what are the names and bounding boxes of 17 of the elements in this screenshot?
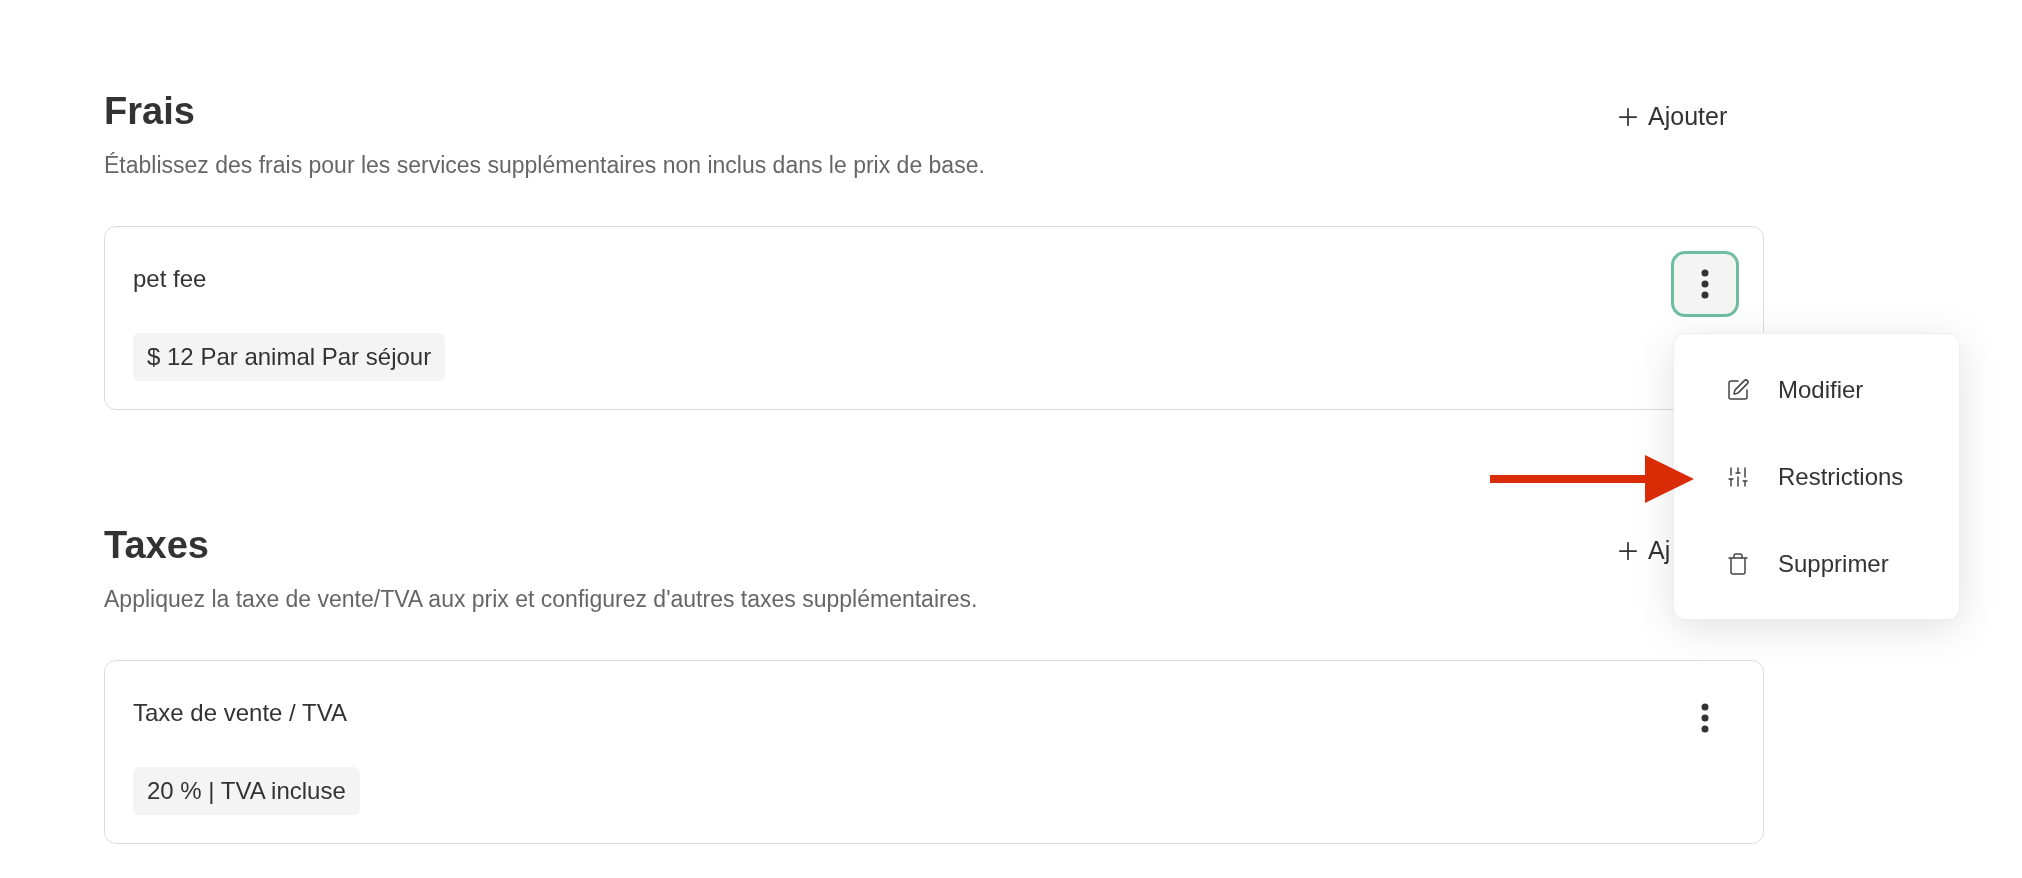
section-description: Appliquez la taxe de vente/TVA aux prix et configurez d'autres taxes supplémentaires. bbox=[104, 584, 979, 614]
kebab-icon bbox=[1701, 703, 1709, 733]
sliders-icon bbox=[1726, 464, 1750, 489]
trash-icon bbox=[1726, 551, 1750, 576]
menu-item[interactable]: Restrictions bbox=[1726, 451, 1959, 502]
section-title: Frais bbox=[104, 89, 195, 134]
price-tag: 20 % | TVA incluse bbox=[133, 767, 360, 815]
kebab-icon bbox=[1701, 269, 1709, 299]
price-tag: $ 12 Par animal Par séjour bbox=[133, 333, 446, 381]
add-button[interactable]: Ajouter bbox=[1614, 98, 1764, 136]
menu-item[interactable]: Modifier bbox=[1726, 364, 1959, 415]
section-title: Taxes bbox=[104, 523, 209, 568]
item-name: Taxe de vente / TVA bbox=[133, 698, 348, 728]
item-name: pet fee bbox=[133, 264, 208, 294]
edit-icon bbox=[1726, 377, 1750, 402]
section-description: Établissez des frais pour les services supplémentaires non inclus dans le prix de base. bbox=[104, 150, 986, 180]
more-options-button[interactable] bbox=[1671, 251, 1739, 317]
